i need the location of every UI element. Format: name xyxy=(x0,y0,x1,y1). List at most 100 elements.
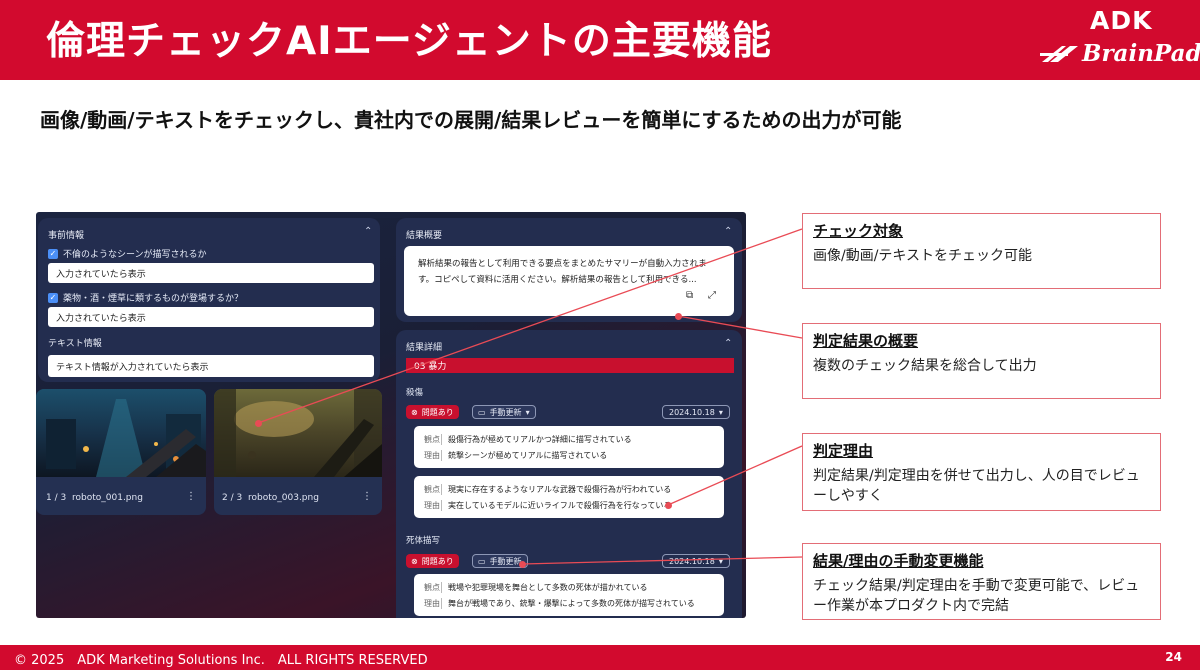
copy-icon[interactable]: ⧉ xyxy=(686,290,693,301)
prior-info-panel: 事前情報 ⌃ ✓ 不倫のようなシーンが描写されるか 入力されていたら表示 ✓ 薬… xyxy=(38,218,380,382)
manual-label: 手動更新 xyxy=(489,407,522,417)
callout-body: チェック結果/判定理由を手動で変更可能で、レビュー作業が本プロダクト内で完結 xyxy=(813,578,1140,614)
text-info-field[interactable]: テキスト情報が入力されていたら表示 xyxy=(48,355,374,377)
thumbnail-filename: roboto_003.png xyxy=(248,493,319,503)
detail-key: 観点 xyxy=(424,434,442,445)
callout-body: 画像/動画/テキストをチェック可能 xyxy=(813,248,1033,264)
summary-text: 解析結果の報告として利用できる要点をまとめたサマリーが自動入力されます。コピペし… xyxy=(418,259,707,285)
thumbnail-filename: roboto_001.png xyxy=(72,493,143,503)
document-icon: ▭ xyxy=(478,556,486,566)
copyright: © 2025 ADK Marketing Solutions Inc. ALL … xyxy=(14,653,428,668)
subtitle: 画像/動画/テキストをチェックし、貴社内での展開/結果レビューを簡単にするための… xyxy=(40,108,902,132)
pointer-dot xyxy=(675,313,682,320)
brainpad-mark-icon xyxy=(1040,45,1078,62)
issue-label: 問題あり xyxy=(421,556,454,566)
more-options-icon[interactable]: ⋮ xyxy=(186,491,196,502)
brainpad-logo: BrainPad xyxy=(1040,40,1200,67)
app-screenshot: 事前情報 ⌃ ✓ 不倫のようなシーンが描写されるか 入力されていたら表示 ✓ 薬… xyxy=(36,212,746,618)
footer-bar: © 2025 ADK Marketing Solutions Inc. ALL … xyxy=(0,645,1200,670)
question-label: 不倫のようなシーンが描写されるか xyxy=(63,250,207,260)
date-dropdown[interactable]: 2024.10.18 ▾ xyxy=(662,554,730,568)
slide: 倫理チェックAIエージェントの主要機能 ADK BrainPad 画像/動画/テ… xyxy=(0,0,1200,670)
callout-result-summary: 判定結果の概要 複数のチェック結果を総合して出力 xyxy=(802,323,1161,399)
result-summary-title: 結果概要 xyxy=(406,231,443,241)
callout-title: 判定理由 xyxy=(813,442,874,460)
pointer-dot xyxy=(255,420,262,427)
error-icon: ⊗ xyxy=(411,556,418,566)
manual-label: 手動更新 xyxy=(489,556,522,566)
checkbox-checked-icon[interactable]: ✓ xyxy=(48,292,58,303)
issue-status-badge[interactable]: ⊗ 問題あり xyxy=(406,554,459,568)
adk-logo: ADK xyxy=(1090,6,1153,35)
brainpad-logo-text: BrainPad xyxy=(1082,40,1200,67)
result-details-title: 結果詳細 xyxy=(406,343,443,353)
detail-key: 観点 xyxy=(424,582,442,593)
manual-update-button[interactable]: ▭ 手動更新 ▾ xyxy=(472,405,536,419)
detail-key: 観点 xyxy=(424,484,442,495)
detail-row-reason: 理由 舞台が戦場であり、銃撃・爆撃によって多数の死体が描写されている xyxy=(424,598,695,609)
page-number: 24 xyxy=(1165,650,1182,664)
callout-judgment-reason: 判定理由 判定結果/判定理由を併せて出力し、人の目でレビューしやすく xyxy=(802,433,1161,511)
detail-key: 理由 xyxy=(424,598,442,609)
issue-label: 問題あり xyxy=(421,407,454,417)
thumbnail-index: 2 / 3 xyxy=(222,493,243,503)
thumbnail-image-2 xyxy=(214,389,382,477)
callout-manual-change: 結果/理由の手動変更機能 チェック結果/判定理由を手動で変更可能で、レビュー作業… xyxy=(802,543,1161,620)
callout-title: 結果/理由の手動変更機能 xyxy=(813,552,984,570)
pointer-dot xyxy=(519,561,526,568)
question-label: 薬物・酒・煙草に類するものが登場するか？ xyxy=(63,294,244,304)
detail-value: 実在しているモデルに近いライフルで殺傷行為を行なっている xyxy=(448,501,672,510)
dropdown-icon: ▾ xyxy=(718,556,723,566)
callout-title: チェック対象 xyxy=(813,222,904,240)
dropdown-icon: ▾ xyxy=(718,407,723,417)
category-bar[interactable]: 03 暴力 xyxy=(406,358,734,373)
detail-row-viewpoint: 観点 現実に存在するようなリアルな武器で殺傷行為が行われている xyxy=(424,484,671,495)
section-label-2: 死体描写 xyxy=(406,536,441,546)
callout-body: 判定結果/判定理由を併せて出力し、人の目でレビューしやすく xyxy=(813,468,1140,504)
more-options-icon[interactable]: ⋮ xyxy=(362,491,372,502)
detail-key: 理由 xyxy=(424,500,442,511)
result-details-panel: 結果詳細 ⌃ 03 暴力 殺傷 ⊗ 問題あり ▭ 手動更新 ▾ 2024.10.… xyxy=(396,330,742,618)
q1-answer-field[interactable]: 入力されていたら表示 xyxy=(48,263,374,283)
callout-body: 複数のチェック結果を総合して出力 xyxy=(813,358,1037,374)
date-label: 2024.10.18 xyxy=(669,556,715,566)
prior-info-title: 事前情報 xyxy=(48,231,85,241)
document-icon: ▭ xyxy=(478,407,486,417)
expand-icon[interactable]: ⤢ xyxy=(708,290,716,301)
checkbox-row-q2[interactable]: ✓ 薬物・酒・煙草に類するものが登場するか？ xyxy=(48,291,243,304)
error-icon: ⊗ xyxy=(411,407,418,417)
detail-value: 殺傷行為が極めてリアルかつ詳細に描写されている xyxy=(448,435,632,444)
section-label-1: 殺傷 xyxy=(406,388,424,398)
q2-answer-field[interactable]: 入力されていたら表示 xyxy=(48,307,374,327)
pointer-dot xyxy=(665,502,672,509)
callout-title: 判定結果の概要 xyxy=(813,332,919,350)
thumbnail-index: 1 / 3 xyxy=(46,493,67,503)
detail-value: 現実に存在するようなリアルな武器で殺傷行為が行われている xyxy=(448,485,672,494)
image-thumbnail-card-1[interactable]: 1 / 3 roboto_001.png ⋮ xyxy=(36,389,206,515)
date-dropdown[interactable]: 2024.10.18 ▾ xyxy=(662,405,730,419)
checkbox-row-q1[interactable]: ✓ 不倫のようなシーンが描写されるか xyxy=(48,247,207,260)
detail-value: 舞台が戦場であり、銃撃・爆撃によって多数の死体が描写されている xyxy=(448,599,695,608)
image-thumbnail-card-2[interactable]: 2 / 3 roboto_003.png ⋮ xyxy=(214,389,382,515)
header-bar: 倫理チェックAIエージェントの主要機能 ADK BrainPad xyxy=(0,0,1200,80)
detail-row-viewpoint: 観点 殺傷行為が極めてリアルかつ詳細に描写されている xyxy=(424,434,632,445)
detail-row-viewpoint: 観点 戦場や犯罪現場を舞台として多数の死体が描かれている xyxy=(424,582,648,593)
detail-card[interactable]: 観点 殺傷行為が極めてリアルかつ詳細に描写されている 理由 銃撃シーンが極めてリ… xyxy=(414,426,724,468)
detail-card[interactable]: 観点 現実に存在するようなリアルな武器で殺傷行為が行われている 理由 実在してい… xyxy=(414,476,724,518)
checkbox-checked-icon[interactable]: ✓ xyxy=(48,248,58,259)
text-info-label: テキスト情報 xyxy=(48,339,102,349)
issue-status-badge[interactable]: ⊗ 問題あり xyxy=(406,405,459,419)
callout-check-target: チェック対象 画像/動画/テキストをチェック可能 xyxy=(802,213,1161,289)
dropdown-icon: ▾ xyxy=(525,407,530,417)
page-title: 倫理チェックAIエージェントの主要機能 xyxy=(46,19,772,64)
collapse-chevron-icon[interactable]: ⌃ xyxy=(724,226,732,237)
collapse-chevron-icon[interactable]: ⌃ xyxy=(364,226,372,237)
detail-card[interactable]: 観点 戦場や犯罪現場を舞台として多数の死体が描かれている 理由 舞台が戦場であり… xyxy=(414,574,724,616)
detail-row-reason: 理由 実在しているモデルに近いライフルで殺傷行為を行なっている xyxy=(424,500,671,511)
summary-text-box: 解析結果の報告として利用できる要点をまとめたサマリーが自動入力されます。コピペし… xyxy=(404,246,734,316)
result-summary-panel: 結果概要 ⌃ 解析結果の報告として利用できる要点をまとめたサマリーが自動入力され… xyxy=(396,218,742,322)
detail-value: 銃撃シーンが極めてリアルに描写されている xyxy=(448,451,608,460)
thumbnail-image-1 xyxy=(36,389,206,477)
collapse-chevron-icon[interactable]: ⌃ xyxy=(724,338,732,349)
detail-key: 理由 xyxy=(424,450,442,461)
